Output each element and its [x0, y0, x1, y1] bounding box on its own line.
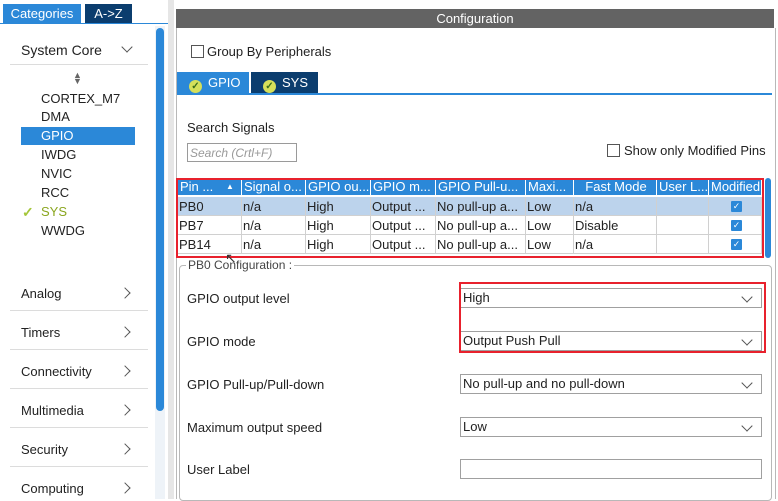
- selected-module-highlight: [21, 127, 135, 145]
- search-input[interactable]: Search (Crtl+F): [187, 143, 297, 162]
- module-iwdg[interactable]: IWDG: [41, 146, 76, 164]
- mouse-cursor-icon: ↖: [225, 250, 237, 266]
- search-signals-label: Search Signals: [187, 120, 275, 135]
- chevron-down-icon: [741, 420, 753, 432]
- chevron-down-icon: [741, 377, 753, 389]
- tab-underline: [0, 23, 168, 24]
- view-tabs: Categories A->Z: [0, 4, 170, 23]
- group-by-peripherals-label: Group By Peripherals: [207, 44, 332, 59]
- check-icon: ✓: [22, 204, 34, 220]
- tab-label: SYS: [282, 75, 309, 90]
- module-rcc[interactable]: RCC: [41, 184, 69, 202]
- category-timers[interactable]: Timers: [21, 325, 60, 340]
- divider: [10, 388, 148, 389]
- category-computing[interactable]: Computing: [21, 481, 84, 496]
- left-panel: [0, 0, 168, 499]
- gpio-mode-label: GPIO mode: [187, 334, 256, 349]
- tab-a-z[interactable]: A->Z: [85, 4, 132, 23]
- divider: [10, 310, 148, 311]
- max-output-speed-label: Maximum output speed: [187, 420, 323, 435]
- module-sys[interactable]: SYS: [41, 203, 67, 221]
- divider: [10, 64, 148, 65]
- category-multimedia[interactable]: Multimedia: [21, 403, 84, 418]
- group-by-peripherals-checkbox[interactable]: [191, 45, 204, 58]
- check-circle-icon: ✓: [263, 80, 276, 93]
- tab-categories[interactable]: Categories: [3, 4, 81, 23]
- divider: [10, 466, 148, 467]
- max-output-speed-select[interactable]: Low: [460, 417, 762, 437]
- module-dma[interactable]: DMA: [41, 108, 70, 126]
- tab-underline: [177, 93, 772, 95]
- pin-configuration-title: PB0 Configuration :: [186, 258, 295, 272]
- configuration-title: Configuration: [176, 9, 774, 28]
- select-value: No pull-up and no pull-down: [463, 376, 625, 391]
- module-nvic[interactable]: NVIC: [41, 165, 72, 183]
- category-label: System Core: [21, 42, 102, 58]
- user-label-label: User Label: [187, 462, 250, 477]
- module-wwdg[interactable]: WWDG: [41, 222, 85, 240]
- category-security[interactable]: Security: [21, 442, 68, 457]
- fields-highlight-annotation: [459, 282, 766, 353]
- tab-sys[interactable]: ✓ SYS: [251, 72, 318, 93]
- gpio-output-level-label: GPIO output level: [187, 291, 290, 306]
- tab-gpio[interactable]: ✓ GPIO: [177, 72, 249, 93]
- divider: [10, 349, 148, 350]
- category-analog[interactable]: Analog: [21, 286, 61, 301]
- select-value: Low: [463, 419, 487, 434]
- module-cortex-m7[interactable]: CORTEX_M7: [41, 90, 120, 108]
- user-label-input[interactable]: [460, 459, 762, 479]
- panel-splitter[interactable]: [168, 0, 174, 499]
- divider: [10, 427, 148, 428]
- tab-label: GPIO: [208, 75, 241, 90]
- show-modified-label: Show only Modified Pins: [624, 143, 766, 158]
- check-circle-icon: ✓: [189, 80, 202, 93]
- gpio-pull-label: GPIO Pull-up/Pull-down: [187, 377, 325, 392]
- sort-icon[interactable]: ▲ ▼: [73, 71, 82, 86]
- category-connectivity[interactable]: Connectivity: [21, 364, 92, 379]
- show-modified-checkbox[interactable]: [607, 144, 620, 157]
- category-system-core[interactable]: System Core: [21, 42, 102, 58]
- table-scrollbar-thumb[interactable]: [765, 178, 771, 258]
- table-highlight-annotation: [176, 178, 764, 258]
- gpio-pull-select[interactable]: No pull-up and no pull-down: [460, 374, 762, 394]
- module-gpio[interactable]: GPIO: [41, 127, 74, 145]
- left-scrollbar-thumb[interactable]: [156, 28, 164, 411]
